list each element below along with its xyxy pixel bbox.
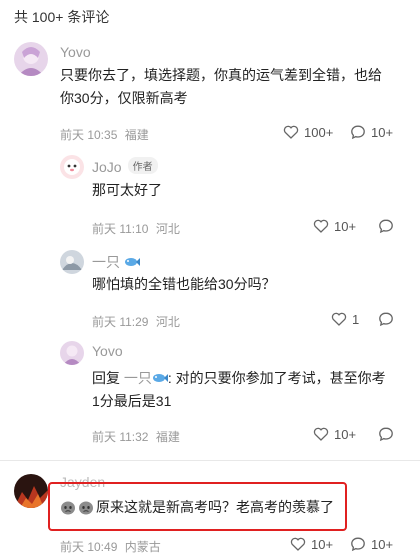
reply-location: 福建 xyxy=(155,430,180,444)
avatar[interactable] xyxy=(14,474,48,508)
like-count: 10+ xyxy=(334,218,357,234)
comment-text-line: 你30分，仅限新高考 xyxy=(60,90,188,106)
commenter-name: JoJo 作者 xyxy=(92,157,158,175)
like-count: 10+ xyxy=(334,426,357,442)
commenter-name: 一只 xyxy=(92,252,140,272)
reply-button[interactable]: 10+ xyxy=(350,536,393,552)
like-count: 100+ xyxy=(304,124,334,140)
author-badge: 作者 xyxy=(127,157,158,174)
comment-location: 福建 xyxy=(124,128,149,142)
reply-text: 那可太好了 xyxy=(92,182,162,198)
reply-count: 10+ xyxy=(371,536,394,552)
heart-icon xyxy=(313,427,329,441)
comment-text-line: 只要你去了，填选择题，你真的运气差到全错，也给 xyxy=(60,67,382,83)
comment-bubble-icon xyxy=(379,219,393,234)
reply-button[interactable]: 10+ xyxy=(350,124,393,140)
commenter-name[interactable]: Yovo xyxy=(92,343,123,359)
heart-icon xyxy=(313,219,329,233)
avatar[interactable] xyxy=(60,155,84,179)
heart-icon xyxy=(283,125,299,139)
avatar[interactable] xyxy=(60,250,84,274)
comment-text: 只要你去了，填选择题，你真的运气差到全错，也给 你30分，仅限新高考 xyxy=(60,64,410,110)
reply-text-line: 1分最后是31 xyxy=(92,393,172,409)
reply-count: 10+ xyxy=(371,124,394,140)
fish-icon xyxy=(152,374,168,382)
comment-bubble-icon xyxy=(379,427,393,442)
comment-bubble-icon xyxy=(351,537,365,552)
like-button[interactable]: 100+ xyxy=(283,124,333,140)
avatar[interactable] xyxy=(14,42,48,76)
reply-location: 河北 xyxy=(155,315,180,329)
reply-time: 前天 11:29 xyxy=(92,315,149,329)
comment-bubble-icon xyxy=(379,312,393,327)
reply-time: 前天 11:10 xyxy=(92,222,149,236)
comment-time: 前天 10:35 xyxy=(60,128,118,142)
comment-bubble-icon xyxy=(351,125,365,140)
like-button[interactable]: 10+ xyxy=(290,536,333,552)
reply-author-name[interactable]: 一只 xyxy=(92,254,120,270)
reply-prefix: 回复 xyxy=(92,370,120,386)
like-button[interactable]: 10+ xyxy=(313,218,356,234)
heart-icon xyxy=(331,312,347,326)
reply-meta: 前天 11:32 福建 xyxy=(92,428,180,445)
like-count: 1 xyxy=(352,311,360,327)
reply-author-name[interactable]: JoJo xyxy=(92,159,122,175)
highlight-annotation-box xyxy=(48,482,347,531)
comment-location: 内蒙古 xyxy=(124,540,161,554)
comment-count-header: 共 100+ 条评论 xyxy=(14,9,110,25)
like-count: 10+ xyxy=(311,536,334,552)
reply-text: 哪怕填的全错也能给30分吗？ xyxy=(92,276,276,292)
comment-meta: 前天 10:49 内蒙古 xyxy=(60,538,161,555)
reply-location: 河北 xyxy=(155,222,180,236)
commenter-name[interactable]: Yovo xyxy=(60,44,91,60)
like-button[interactable]: 1 xyxy=(331,311,359,327)
reply-text-part: : 对的只要你参加了考试，甚至你考 xyxy=(167,370,386,386)
avatar[interactable] xyxy=(60,341,84,365)
reply-button[interactable] xyxy=(378,311,399,327)
reply-meta: 前天 11:10 河北 xyxy=(92,220,180,237)
reply-to-name[interactable]: 一只 xyxy=(124,370,152,386)
reply-button[interactable] xyxy=(378,426,399,442)
reply-button[interactable] xyxy=(378,218,399,234)
heart-icon xyxy=(290,537,306,551)
comment-divider xyxy=(0,460,420,461)
reply-meta: 前天 11:29 河北 xyxy=(92,313,180,330)
comment-meta: 前天 10:35 福建 xyxy=(60,126,149,143)
reply-text: 回复 一只 : 对的只要你参加了考试，甚至你考 1分最后是31 xyxy=(92,367,414,413)
reply-text-line: 回复 一只 : 对的只要你参加了考试，甚至你考 xyxy=(92,367,414,390)
reply-time: 前天 11:32 xyxy=(92,430,149,444)
comment-time: 前天 10:49 xyxy=(60,540,118,554)
fish-icon xyxy=(124,258,140,266)
like-button[interactable]: 10+ xyxy=(313,426,356,442)
